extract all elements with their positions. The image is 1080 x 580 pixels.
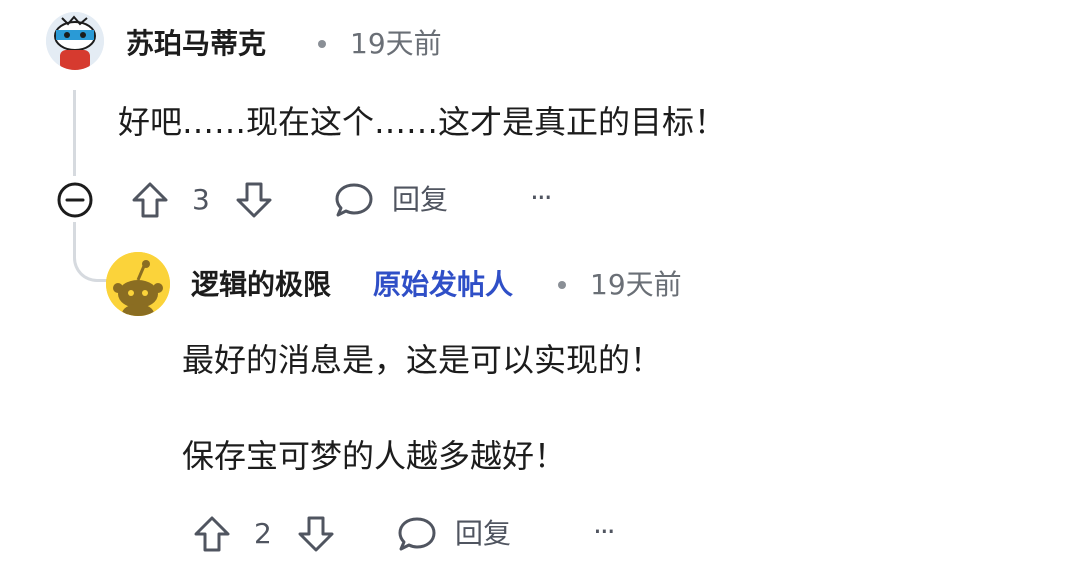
vote-count: 3	[192, 183, 210, 216]
op-badge: 原始发帖人	[373, 268, 514, 301]
reply-icon[interactable]	[395, 512, 439, 556]
reply-button[interactable]: 回复	[455, 517, 511, 551]
downvote-icon[interactable]	[294, 512, 338, 556]
comment-author[interactable]: 苏珀马蒂克	[126, 27, 266, 61]
comment-body: 好吧……现在这个……这才是真正的目标！	[118, 103, 727, 141]
reply-button[interactable]: 回复	[392, 183, 448, 217]
comment-author[interactable]: 逻辑的极限	[191, 268, 331, 302]
upvote-icon[interactable]	[190, 512, 234, 556]
upvote-icon[interactable]	[128, 178, 172, 222]
comment-timestamp: 19天前	[590, 268, 682, 301]
reply-icon[interactable]	[332, 178, 376, 222]
separator-dot	[558, 281, 566, 289]
collapse-icon[interactable]	[55, 180, 95, 220]
comment-body-line: 最好的消息是，这是可以实现的！	[182, 341, 663, 379]
avatar[interactable]	[106, 252, 170, 316]
avatar[interactable]	[46, 12, 104, 70]
separator-dot	[318, 40, 326, 48]
comment-body-line: 保存宝可梦的人越多越好！	[182, 437, 567, 475]
downvote-icon[interactable]	[232, 178, 276, 222]
thread-line-top	[73, 90, 76, 176]
more-options-button[interactable]: ···	[530, 181, 553, 215]
more-options-button[interactable]: ···	[593, 515, 616, 549]
comment-timestamp: 19天前	[350, 27, 442, 60]
vote-count: 2	[254, 517, 272, 550]
